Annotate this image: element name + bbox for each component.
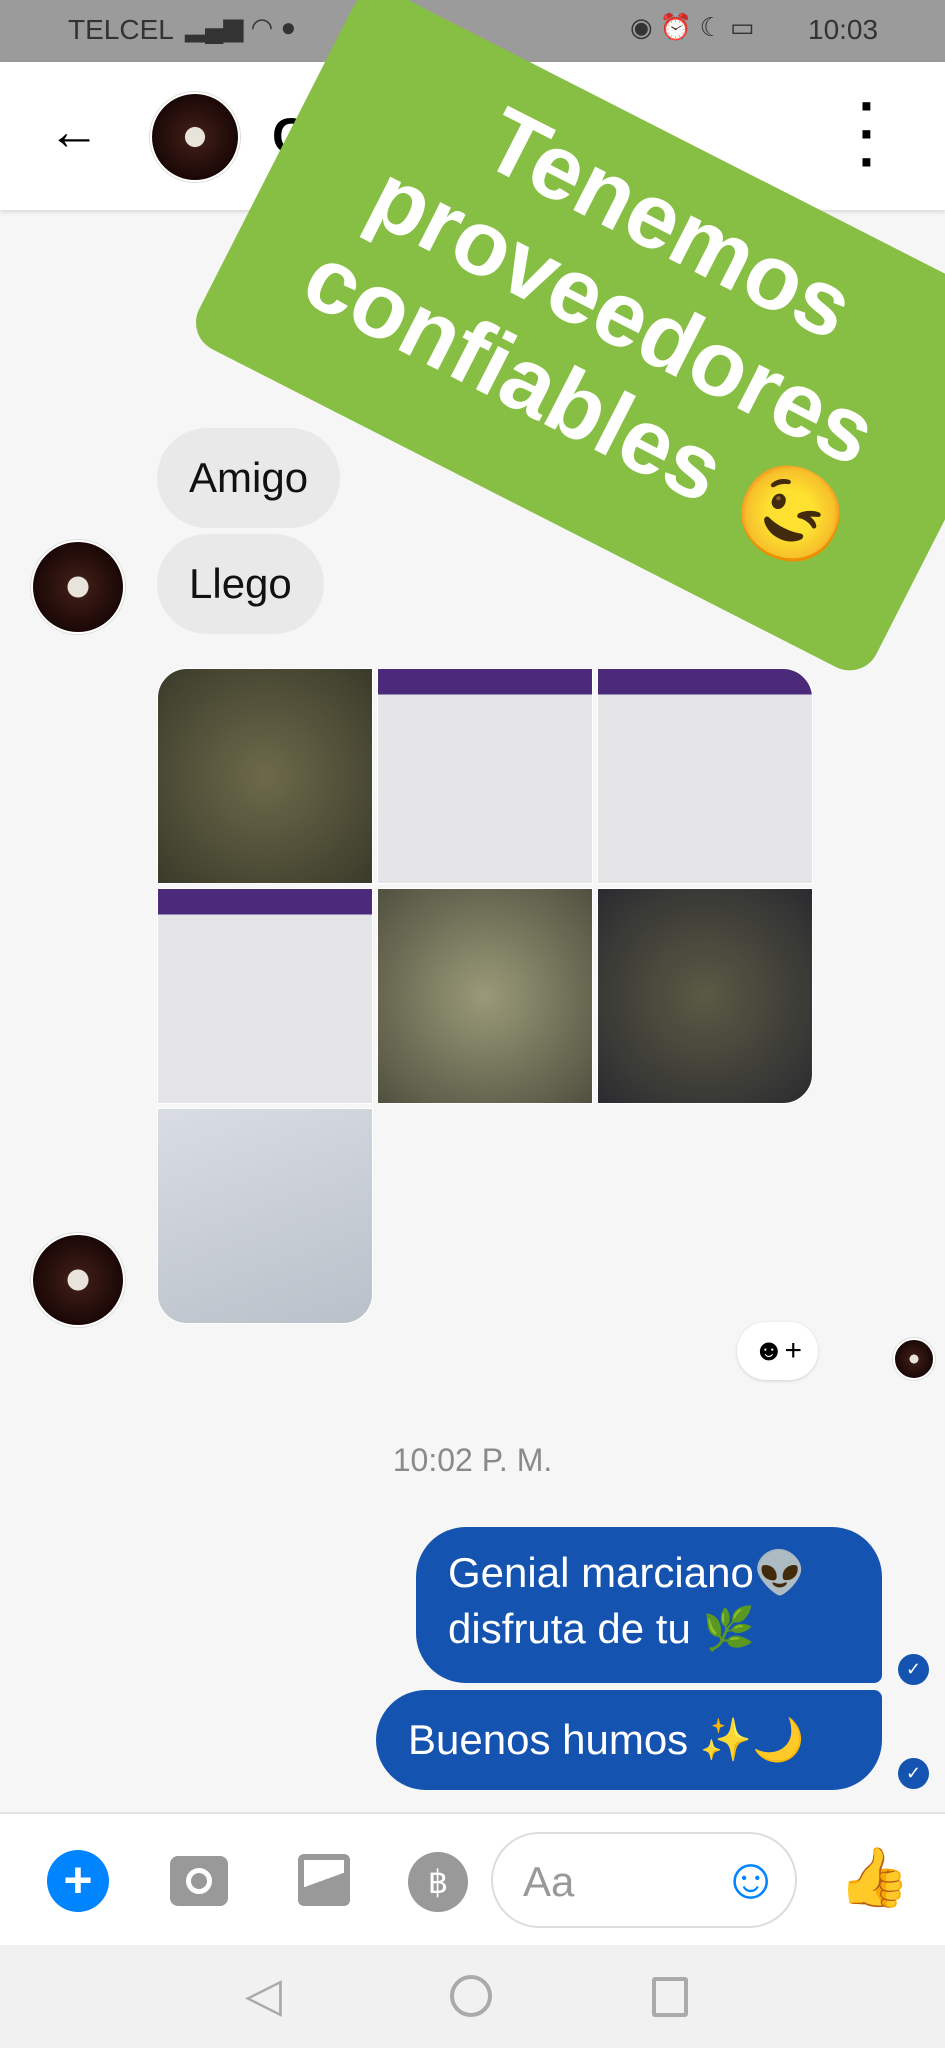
nav-back-icon[interactable]: ◁ (245, 1967, 282, 2023)
message-line: Buenos humos ✨🌙 (408, 1716, 805, 1763)
sender-avatar[interactable] (31, 1233, 125, 1327)
nav-home-icon[interactable] (450, 1975, 492, 2017)
message-input[interactable]: Aa ☺ (491, 1832, 797, 1928)
thumbs-up-icon[interactable]: 👍 (838, 1844, 910, 1912)
contact-avatar[interactable] (150, 92, 240, 182)
message-line: disfruta de tu 🌿 (448, 1605, 755, 1652)
message-in[interactable]: Amigo (157, 428, 341, 528)
message-out[interactable]: Genial marciano👽 disfruta de tu 🌿 (416, 1527, 882, 1683)
payment-icon[interactable]: ฿ (408, 1852, 468, 1912)
more-options-icon[interactable]: · · · (858, 78, 878, 190)
seen-avatar (893, 1338, 935, 1380)
photo[interactable] (377, 888, 593, 1104)
photo[interactable] (157, 1108, 373, 1324)
message-placeholder: Aa (523, 1858, 575, 1905)
compose-bar: + ฿ Aa ☺ 👍 (0, 1812, 945, 1945)
photo[interactable] (597, 888, 813, 1104)
eye-alarm-moon-battery-icons: ◉ ⏰ ☾ ▭ (630, 12, 755, 42)
add-reaction-icon[interactable]: ☻+ (737, 1322, 818, 1380)
photo[interactable] (377, 668, 593, 884)
photo-grid (157, 668, 819, 1328)
system-nav-bar: ◁ (0, 1945, 945, 2048)
back-arrow-icon[interactable]: ← (48, 102, 100, 162)
camera-icon[interactable] (170, 1856, 228, 1906)
emoji-icon[interactable]: ☺ (721, 1848, 780, 1910)
sender-avatar[interactable] (31, 540, 125, 634)
nav-recents-icon[interactable] (652, 1977, 688, 2017)
message-line: Genial marciano👽 (448, 1549, 807, 1596)
signal-wifi-messenger-icons: ▂▄▆ ◠ ● (185, 12, 297, 42)
photo[interactable] (157, 668, 373, 884)
carrier-label: TELCEL (68, 14, 174, 45)
photo[interactable] (597, 668, 813, 884)
clock: 10:03 (808, 14, 879, 45)
delivered-check-icon: ✓ (898, 1654, 929, 1685)
message-out[interactable]: Buenos humos ✨🌙 (376, 1690, 882, 1790)
plus-icon[interactable]: + (47, 1850, 109, 1912)
image-gallery-icon[interactable] (298, 1854, 350, 1906)
photo[interactable] (157, 888, 373, 1104)
delivered-check-icon: ✓ (898, 1758, 929, 1789)
message-in[interactable]: Llego (157, 534, 324, 634)
timestamp: 10:02 P. M. (392, 1442, 553, 1478)
